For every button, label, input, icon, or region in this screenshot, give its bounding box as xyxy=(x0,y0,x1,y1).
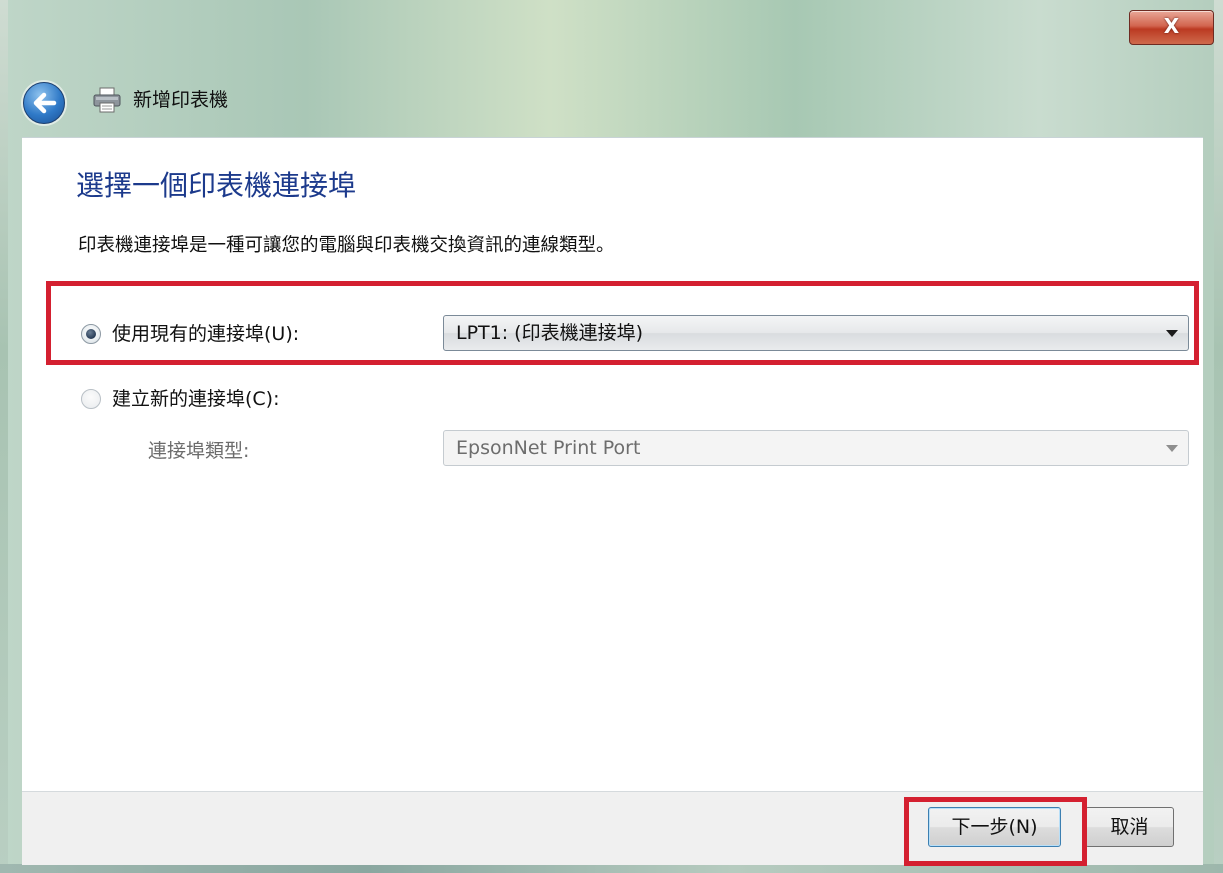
port-type-select[interactable]: EpsonNet Print Port xyxy=(443,430,1189,466)
window-frame-left xyxy=(0,0,8,873)
wizard-content: 選擇一個印表機連接埠 印表機連接埠是一種可讓您的電腦與印表機交換資訊的連線類型。… xyxy=(22,137,1203,792)
page-title: 選擇一個印表機連接埠 xyxy=(76,169,357,202)
back-button[interactable] xyxy=(23,82,65,124)
chevron-down-icon[interactable] xyxy=(1166,445,1178,452)
printer-icon xyxy=(93,87,121,113)
close-icon: X xyxy=(1163,14,1180,38)
add-printer-window: X 新增印表機 選擇一個印表機連接埠 印表機連接埠是一種可讓您的電腦與印表機交換… xyxy=(0,0,1223,873)
close-button[interactable]: X xyxy=(1129,10,1214,45)
window-title: 新增印表機 xyxy=(133,89,229,111)
back-arrow-icon xyxy=(33,92,57,114)
page-description: 印表機連接埠是一種可讓您的電腦與印表機交換資訊的連線類型。 xyxy=(78,235,615,256)
cancel-button[interactable]: 取消 xyxy=(1085,807,1174,847)
existing-port-highlight xyxy=(46,281,1199,365)
next-button-highlight xyxy=(904,797,1087,866)
create-new-port-radio[interactable] xyxy=(81,389,101,409)
window-frame-right xyxy=(1214,0,1223,873)
port-type-value: EpsonNet Print Port xyxy=(456,437,641,459)
create-new-port-label[interactable]: 建立新的連接埠(C): xyxy=(112,386,280,412)
port-type-label: 連接埠類型: xyxy=(148,440,250,462)
